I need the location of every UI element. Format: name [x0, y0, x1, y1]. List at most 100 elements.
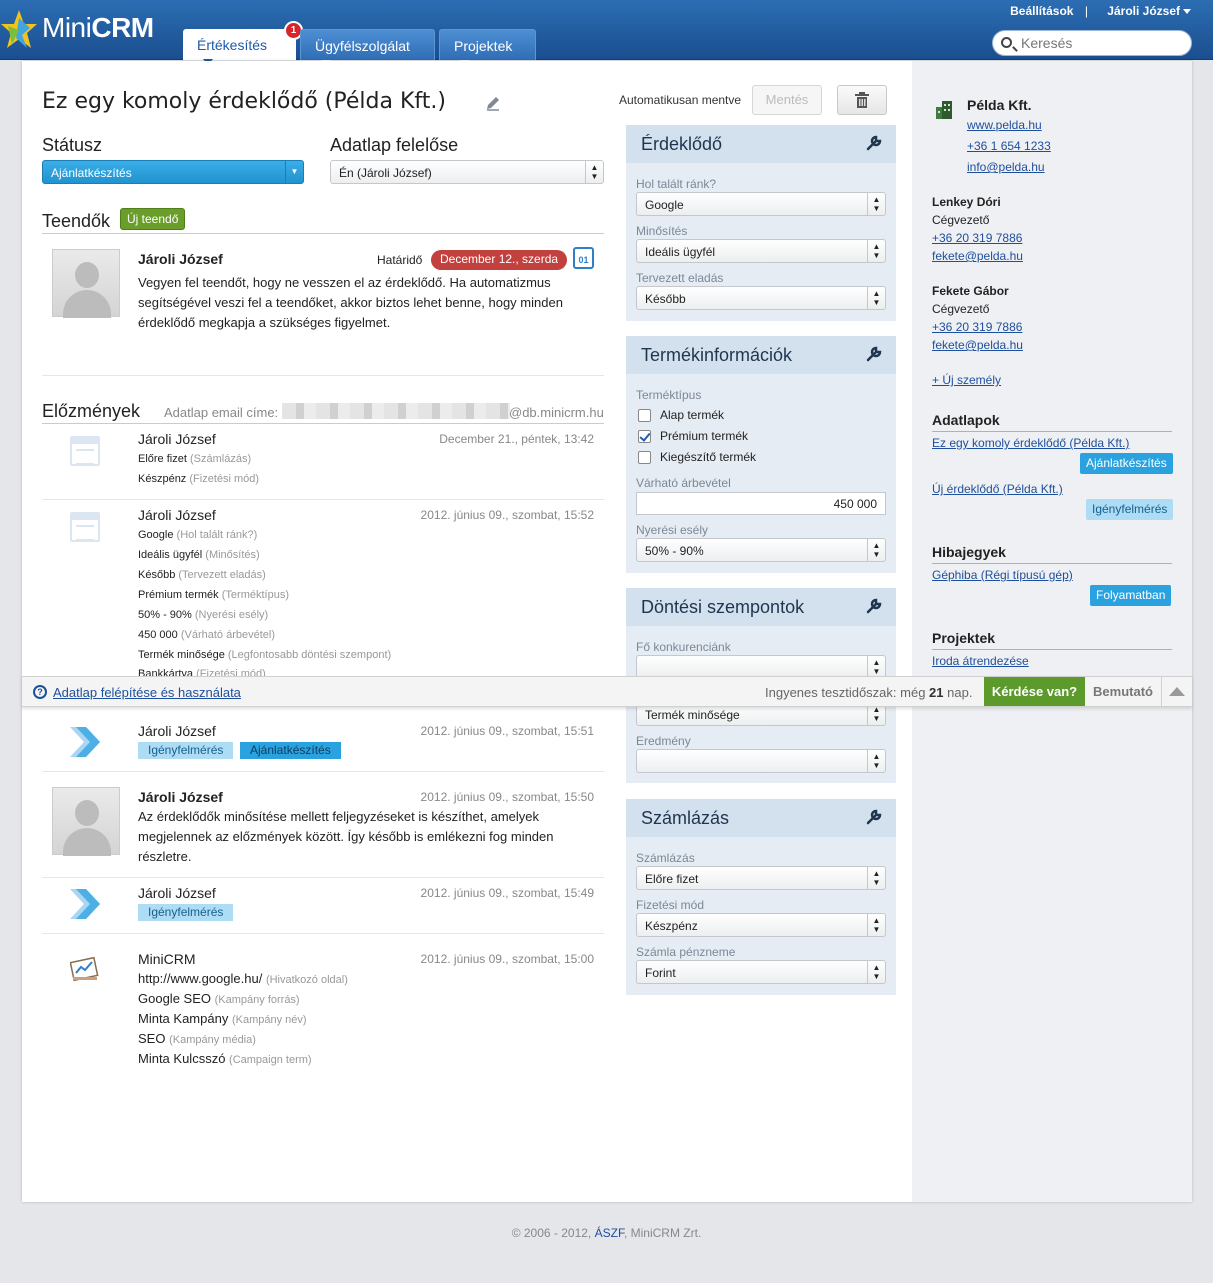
panel-title: Termékinformációk: [626, 336, 896, 374]
sheets-title: Adatlapok: [932, 412, 1172, 432]
status-change-icon: [70, 889, 100, 919]
save-button[interactable]: Mentés: [752, 85, 822, 115]
delete-button[interactable]: [837, 85, 887, 115]
person-role: Cégvezető: [932, 302, 990, 316]
payment-method-select[interactable]: Készpénz ▲ ▼: [636, 913, 886, 937]
select-arrows-icon: ▲ ▼: [867, 961, 885, 983]
avatar-body: [63, 290, 111, 318]
tab-projects[interactable]: Projektek: [439, 29, 536, 67]
person-name: Lenkey Dóri: [932, 195, 1001, 209]
history-value: SEO: [138, 1031, 166, 1046]
help-link[interactable]: Adatlap felépítése és használata: [53, 685, 241, 700]
ticket-link[interactable]: Géphiba (Régi típusú gép): [932, 568, 1073, 582]
checkbox[interactable]: [638, 451, 651, 464]
field-label: Fő konkurenciánk: [636, 640, 731, 654]
history-value: Ideális ügyfél: [138, 549, 203, 561]
sheet-link[interactable]: Új érdeklődő (Példa Kft.): [932, 482, 1063, 496]
calendar-icon[interactable]: 01: [573, 247, 594, 269]
history-field: (Minősítés): [205, 549, 260, 561]
history-value: Termék minősége: [138, 649, 225, 661]
history-field: (Hivatkozó oldal): [265, 974, 348, 986]
checkbox[interactable]: [638, 430, 651, 443]
billing-select[interactable]: Előre fizet ▲ ▼: [636, 866, 886, 890]
wrench-icon[interactable]: [866, 135, 882, 151]
owner-select[interactable]: Én (Jároli József) ▲ ▼: [330, 160, 604, 184]
wrench-icon[interactable]: [866, 346, 882, 362]
status-select[interactable]: Ajánlatkészítés ▼: [42, 160, 304, 184]
status-tag-from: Igényfelmérés: [138, 742, 234, 759]
document-icon: [70, 512, 100, 542]
source-select[interactable]: Google ▲ ▼: [636, 192, 886, 216]
history-field: (Nyerési esély): [194, 609, 269, 621]
deadline-badge[interactable]: December 12., szerda: [431, 250, 568, 270]
person-email-link[interactable]: fekete@pelda.hu: [932, 249, 1023, 263]
chevron-down-icon: ▼: [285, 161, 303, 183]
history-line: Előre fizet (Számlázás): [138, 453, 251, 465]
status-change-icon: [70, 727, 100, 757]
tab-sales[interactable]: Értékesítés: [183, 29, 296, 66]
lead-panel: Érdeklődő Hol talált ránk? Google ▲ ▼ Minő…: [626, 125, 896, 321]
footer-text: , MiniCRM Zrt.: [623, 1226, 702, 1240]
wrench-icon[interactable]: [866, 598, 882, 614]
person-phone-link[interactable]: +36 20 319 7886: [932, 231, 1022, 245]
company-website-link[interactable]: www.pelda.hu: [967, 118, 1042, 132]
history-line: 450 000 (Várható árbevétel): [138, 629, 275, 641]
history-value: Később: [138, 569, 176, 581]
select-value: Forint: [645, 966, 676, 980]
search-placeholder: Keresés: [1021, 35, 1073, 51]
history-field: (Kampány forrás): [214, 994, 300, 1006]
project-link[interactable]: Iroda átrendezése: [932, 654, 1029, 668]
edit-icon[interactable]: [484, 95, 502, 113]
select-arrows-icon: ▲ ▼: [867, 750, 885, 772]
history-line: Prémium termék (Terméktípus): [138, 589, 289, 601]
terms-link[interactable]: ÁSZF: [595, 1226, 624, 1240]
revenue-input[interactable]: 450 000: [636, 492, 886, 515]
search-input[interactable]: Keresés: [992, 30, 1192, 56]
checkbox[interactable]: [638, 409, 651, 422]
user-menu: Beállítások | Jároli József: [1002, 4, 1191, 18]
history-value: Google SEO: [138, 991, 211, 1006]
select-arrows-icon: ▲ ▼: [585, 161, 603, 183]
history-author: Jároli József: [138, 431, 216, 447]
status-badge: Folyamatban: [1090, 585, 1172, 606]
building-icon: [936, 101, 952, 119]
settings-link[interactable]: Beállítások: [1010, 4, 1073, 18]
company-phone-link[interactable]: +36 1 654 1233: [967, 139, 1051, 153]
select-arrows-icon: ▲ ▼: [867, 193, 885, 215]
history-line: Minta Kulcsszó (Campaign term): [138, 1051, 312, 1066]
field-label: Eredmény: [636, 734, 691, 748]
tab-customer-service[interactable]: Ügyfélszolgálat: [300, 29, 435, 67]
person-phone-link[interactable]: +36 20 319 7886: [932, 320, 1022, 334]
select-value: 50% - 90%: [645, 544, 704, 558]
new-person-link[interactable]: + Új személy: [932, 373, 1001, 387]
new-todo-button[interactable]: Új teendő: [120, 208, 186, 230]
history-date: 2012. június 09., szombat, 15:00: [420, 952, 594, 966]
collapse-arrow-icon[interactable]: [1169, 687, 1185, 696]
result-select[interactable]: ▲ ▼: [636, 749, 886, 773]
history-author: Jároli József: [138, 885, 216, 901]
user-name-link[interactable]: Jároli József: [1099, 4, 1191, 18]
footer: © 2006 - 2012, ÁSZF, MiniCRM Zrt.: [0, 1226, 1213, 1240]
autosave-text: Automatikusan mentve: [619, 93, 742, 107]
field-label: Számla pénzneme: [636, 945, 736, 959]
company-email-link[interactable]: info@pelda.hu: [967, 160, 1045, 174]
history-field: (Kampány név): [231, 1014, 307, 1026]
status-tag: Igényfelmérés: [138, 904, 234, 921]
rating-select[interactable]: Ideális ügyfél ▲ ▼: [636, 239, 886, 263]
todos-title: Teendők: [42, 211, 111, 231]
history-line: Termék minősége (Legfontosabb döntési sz…: [138, 649, 391, 661]
divider: [42, 233, 604, 234]
email-domain: @db.minicrm.hu: [509, 405, 604, 420]
logo[interactable]: MiniCRM: [0, 8, 170, 52]
top-navigation-bar: MiniCRM Értékesítés 1 Ügyfélszolgálat Pr…: [0, 0, 1213, 67]
sheet-link[interactable]: Ez egy komoly érdeklődő (Példa Kft.): [932, 436, 1129, 450]
wrench-icon[interactable]: [866, 809, 882, 825]
history-field: (Terméktípus): [221, 589, 289, 601]
currency-select[interactable]: Forint ▲ ▼: [636, 960, 886, 984]
win-chance-select[interactable]: 50% - 90% ▲ ▼: [636, 538, 886, 562]
person-email-link[interactable]: fekete@pelda.hu: [932, 338, 1023, 352]
trial-notice: Ingyenes tesztidőszak: még 21 nap.: [765, 685, 972, 700]
question-button[interactable]: Kérdése van?: [984, 677, 1085, 706]
demo-button[interactable]: Bemutató: [1085, 677, 1162, 706]
planned-sale-select[interactable]: Később ▲ ▼: [636, 286, 886, 310]
